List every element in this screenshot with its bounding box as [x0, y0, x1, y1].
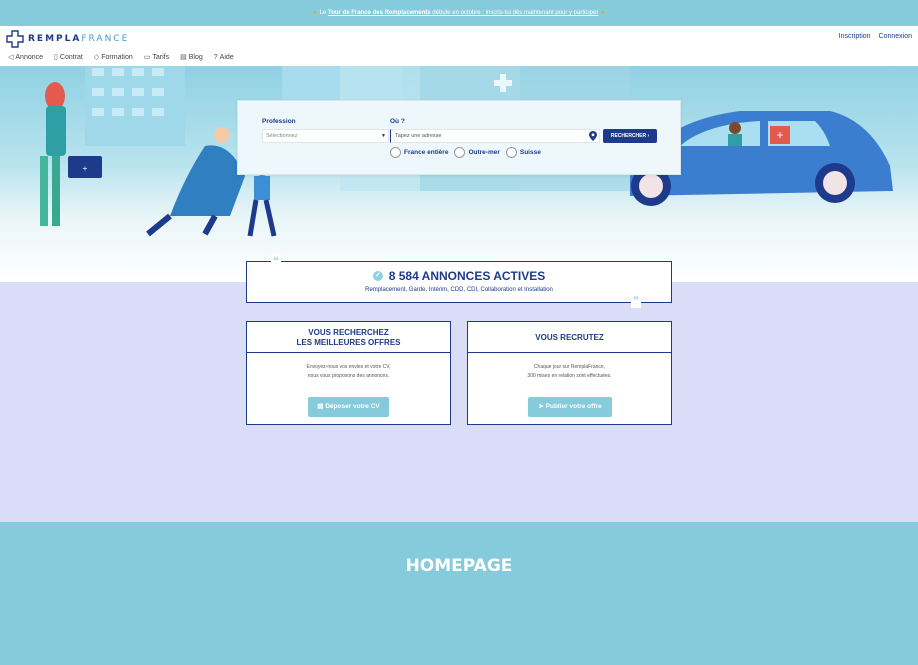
upload-cv-button[interactable]: ▤ Déposer votre CV	[308, 397, 389, 417]
cv-icon: ▤	[317, 403, 326, 410]
login-link[interactable]: Connexion	[879, 33, 912, 40]
quote-open-icon: “	[271, 254, 281, 268]
nav-label-tarifs: Tarifs	[152, 53, 170, 61]
nav-label-formation: Formation	[101, 53, 133, 61]
recruiters-text-line1: Chaque jour sur RemplaFrance,	[533, 364, 606, 370]
nav-item-annonce[interactable]: ◁ Annonce	[8, 53, 44, 62]
location-label: Où ?	[390, 118, 405, 125]
active-listings-subtitle: Remplacement, Garde, Intérim, CDD, CDI, …	[365, 287, 553, 293]
signup-link[interactable]: Inscription	[839, 33, 871, 40]
document-icon: ▯	[54, 54, 58, 61]
nav-item-contrat[interactable]: ▯ Contrat	[54, 53, 83, 62]
brand-wordmark: REMPLAFRANCE	[28, 34, 129, 44]
auth-links: Inscription Connexion	[833, 33, 912, 40]
announcement-bar: ● Le Tour de France des Remplacements déb…	[0, 0, 918, 26]
seekers-title-line1: VOUS RECHERCHEZ	[308, 328, 389, 337]
folder-icon: ▭	[143, 54, 151, 61]
seekers-text-line1: Envoyez-nous vos envies et votre CV,	[306, 364, 391, 370]
recruiters-title: VOUS RECRUTEZ	[535, 333, 604, 342]
radio-label: Outre-mer	[468, 149, 500, 156]
card-divider	[468, 352, 671, 353]
radio-suisse[interactable]: Suisse	[505, 147, 541, 158]
nav-item-tarifs[interactable]: ▭ Tarifs	[143, 53, 170, 62]
publish-offer-button[interactable]: ➤ Publier votre offre	[528, 397, 612, 417]
announcement-link-bold[interactable]: Tour de France des Remplacements	[328, 10, 431, 16]
active-listings-box: “ ✓ 8 584 ANNONCES ACTIVES Remplacement, …	[246, 254, 672, 308]
search-form: Profession Sélectionnez ▼ Où ? Tapez une…	[237, 100, 681, 175]
content-section	[0, 282, 918, 522]
upload-cv-label: Déposer votre CV	[325, 403, 380, 410]
nav-item-aide[interactable]: ? Aide	[214, 53, 234, 61]
nav-label-blog: Blog	[188, 53, 203, 61]
radio-circle[interactable]	[390, 147, 401, 158]
site-header: REMPLAFRANCE Inscription Connexion ◁ Anno…	[0, 26, 918, 66]
seekers-title-line2: LES MEILLEURES OFFRES	[296, 338, 401, 347]
active-listings-count: 8 584 ANNONCES ACTIVES	[388, 269, 546, 283]
party-icon: ●	[313, 10, 317, 16]
card-divider	[247, 352, 450, 353]
svg-text:+: +	[776, 128, 783, 142]
seekers-card: VOUS RECHERCHEZ LES MEILLEURES OFFRES En…	[246, 321, 451, 425]
radio-outre-mer[interactable]: Outre-mer	[454, 147, 500, 158]
announcement-link[interactable]: Tour de France des Remplacements débute …	[328, 10, 598, 16]
active-listings-title: ✓ 8 584 ANNONCES ACTIVES	[247, 269, 671, 283]
quote-close-icon: ”	[631, 294, 641, 308]
scope-options: France entière Outre-mer Suisse	[390, 147, 541, 158]
radio-circle[interactable]	[454, 147, 466, 158]
profession-label: Profession	[262, 118, 296, 125]
announcement-link-text[interactable]: débute en octobre : inscris-toi dès main…	[432, 10, 598, 16]
nav-item-blog[interactable]: ▤ Blog	[180, 53, 203, 62]
radio-circle[interactable]	[505, 147, 517, 158]
medical-cross-logo-icon	[6, 30, 24, 48]
nav-label-contrat: Contrat	[59, 53, 83, 61]
search-button-label: RECHERCHER	[610, 133, 647, 139]
brand-wordmark-bold: REMPLA	[28, 34, 82, 44]
newspaper-icon: ▤	[180, 54, 187, 61]
main-nav: ◁ Annonce ▯ Contrat ◇ Formation ▭ Tarifs ▤ Bl…	[8, 53, 234, 62]
radio-label: Suisse	[519, 149, 541, 156]
megaphone-icon: ◁	[8, 54, 14, 61]
paper-plane-icon: ➤	[538, 403, 546, 410]
address-input[interactable]: Tapez une adresse	[390, 129, 600, 143]
nav-item-formation[interactable]: ◇ Formation	[93, 53, 133, 62]
chevron-right-icon: ›	[647, 133, 650, 139]
profession-select-value: Sélectionnez	[266, 133, 298, 139]
nav-label-aide: Aide	[219, 53, 234, 61]
radio-france-entiere[interactable]: France entière	[390, 147, 448, 158]
brand-logo[interactable]: REMPLAFRANCE	[6, 30, 129, 48]
search-button[interactable]: RECHERCHER ›	[603, 129, 657, 143]
announcement-prefix: Le	[319, 10, 327, 16]
brand-wordmark-light: FRANCE	[81, 34, 130, 44]
nav-label-annonce: Annonce	[15, 53, 44, 61]
seekers-text: Envoyez-nous vos envies et votre CV, nou…	[247, 363, 450, 381]
recruiters-card: VOUS RECRUTEZ Chaque jour sur RemplaFran…	[467, 321, 672, 425]
seekers-text-line2: nous vous proposons des annonces.	[307, 373, 390, 379]
profession-select[interactable]: Sélectionnez ▼	[262, 129, 389, 143]
graduation-cap-icon: ◇	[93, 54, 100, 61]
radio-label: France entière	[404, 149, 449, 156]
recruiters-text: Chaque jour sur RemplaFrance, 300 mises …	[468, 363, 671, 381]
help-icon: ?	[213, 53, 218, 61]
homepage-label: HOMEPAGE	[405, 556, 513, 576]
party-icon-end: ●	[601, 10, 605, 16]
recruiters-text-line2: 300 mises en relation sont effectuées.	[527, 373, 612, 379]
check-badge-icon: ✓	[372, 270, 383, 281]
publish-offer-label: Publier votre offre	[545, 403, 602, 410]
svg-text:+: +	[83, 164, 88, 173]
map-pin-icon[interactable]	[589, 131, 597, 141]
address-placeholder: Tapez une adresse	[395, 133, 442, 139]
chevron-down-icon: ▼	[381, 133, 386, 139]
